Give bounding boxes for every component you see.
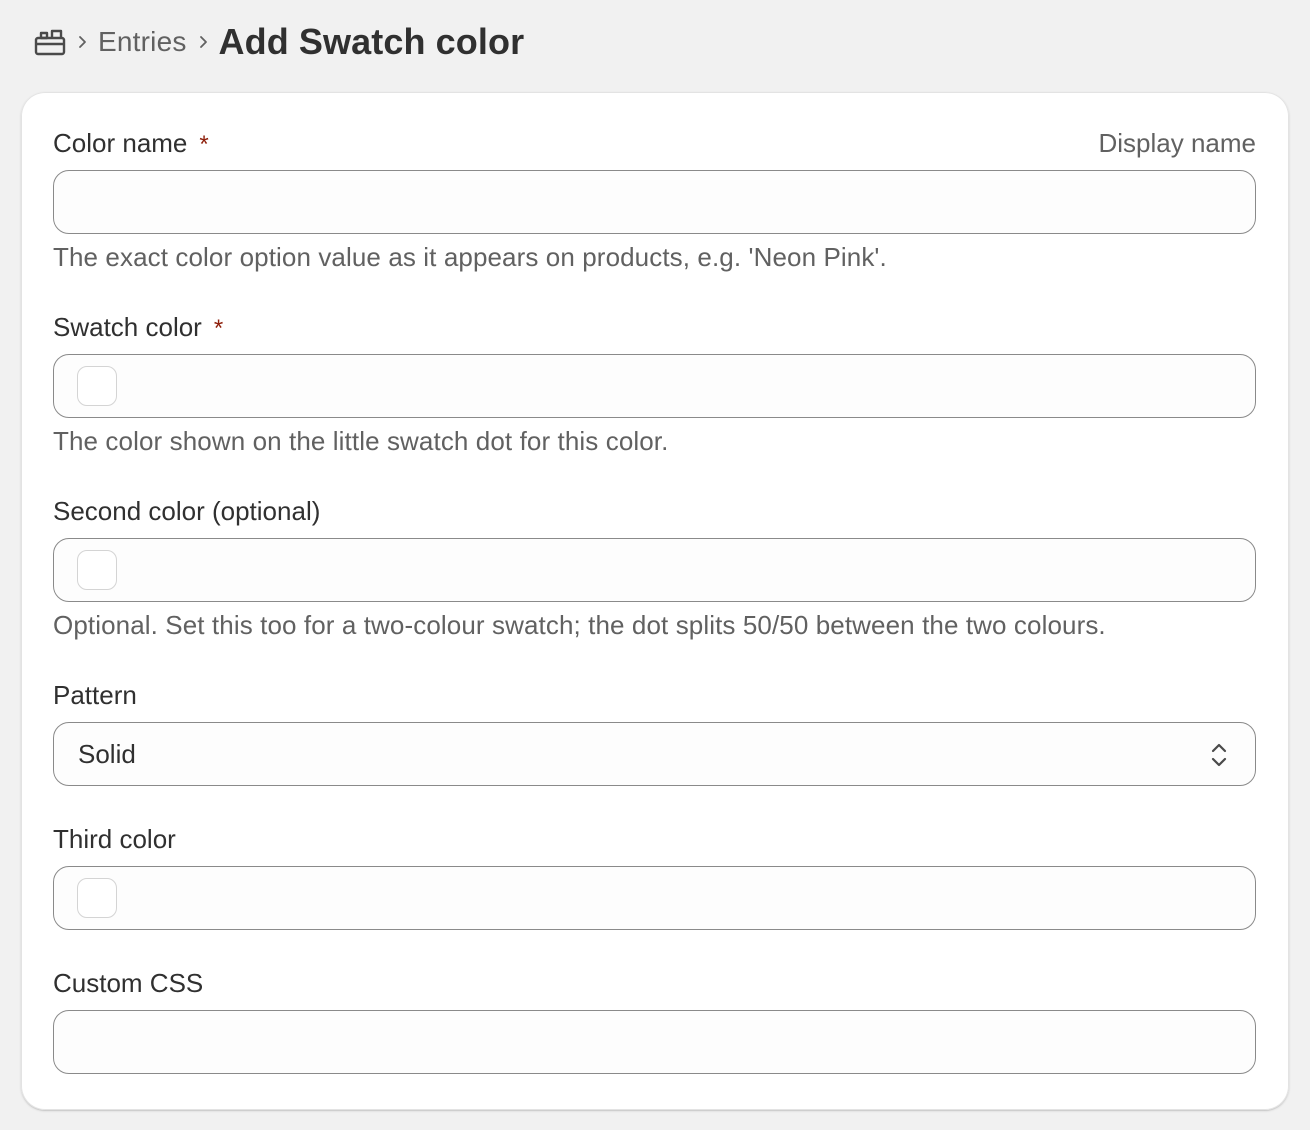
pattern-field: Pattern Solid [53, 680, 1256, 786]
color-name-input-wrapper [53, 170, 1256, 234]
color-name-help-text: The exact color option value as it appea… [53, 242, 887, 272]
second-color-picker[interactable] [77, 550, 117, 590]
third-color-picker[interactable] [77, 878, 117, 918]
select-chevron-updown-icon [1207, 740, 1231, 770]
custom-css-input-wrapper [53, 1010, 1256, 1074]
page-title: Add Swatch color [218, 21, 525, 62]
form-card: Color name * Display name The exact color… [21, 92, 1289, 1110]
swatch-color-field: Swatch color * The color shown on the lit… [53, 312, 1256, 457]
color-name-field: Color name * Display name The exact color… [53, 128, 1256, 273]
breadcrumb: Entries Add Swatch color [34, 18, 524, 66]
required-marker: * [199, 130, 209, 158]
store-icon[interactable] [34, 26, 66, 58]
breadcrumb-entries-link[interactable]: Entries [98, 26, 187, 58]
swatch-color-label: Swatch color [53, 311, 202, 342]
custom-css-label: Custom CSS [53, 967, 204, 998]
color-name-label: Color name [53, 127, 188, 158]
pattern-label: Pattern [53, 679, 137, 710]
chevron-right-icon [70, 34, 94, 50]
third-color-field: Third color [53, 824, 1256, 930]
swatch-color-help-text: The color shown on the little swatch dot… [53, 426, 669, 456]
third-color-picker-field[interactable] [53, 866, 1256, 930]
second-color-label: Second color (optional) [53, 495, 321, 526]
chevron-right-icon [191, 34, 215, 50]
swatch-color-picker-field[interactable] [53, 354, 1256, 418]
third-color-label: Third color [53, 823, 176, 854]
pattern-selected-value: Solid [78, 738, 136, 769]
custom-css-field: Custom CSS [53, 968, 1256, 1074]
pattern-select[interactable]: Solid [53, 722, 1256, 786]
second-color-field: Second color (optional) Optional. Set th… [53, 496, 1256, 641]
required-marker: * [213, 314, 224, 342]
swatch-color-picker[interactable] [77, 366, 117, 406]
second-color-help-text: Optional. Set this too for a two-colour … [53, 610, 1106, 640]
color-name-input[interactable] [54, 171, 1255, 233]
custom-css-input[interactable] [54, 1011, 1255, 1073]
display-name-hint: Display name [1098, 127, 1256, 158]
second-color-picker-field[interactable] [53, 538, 1256, 602]
